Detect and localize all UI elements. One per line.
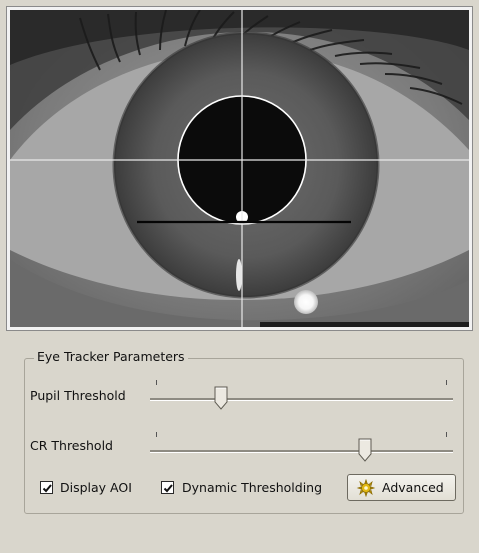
eye-camera-view	[6, 6, 473, 331]
display-aoi-label: Display AOI	[60, 480, 132, 495]
pupil-threshold-slider[interactable]	[150, 380, 453, 412]
pupil-threshold-label: Pupil Threshold	[30, 388, 126, 403]
slider-tick	[446, 432, 447, 437]
slider-track	[150, 450, 453, 453]
slider-thumb[interactable]	[358, 438, 372, 462]
display-aoi-checkbox[interactable]	[40, 481, 53, 494]
gear-sparkle-icon	[356, 478, 376, 497]
cr-threshold-slider[interactable]	[150, 432, 453, 464]
eye-image	[10, 10, 469, 327]
slider-tick	[446, 380, 447, 385]
slider-thumb[interactable]	[214, 386, 228, 410]
cr-threshold-label: CR Threshold	[30, 438, 113, 453]
dynamic-thresholding-checkbox[interactable]	[161, 481, 174, 494]
advanced-button[interactable]: Advanced	[347, 474, 456, 501]
slider-tick	[156, 432, 157, 437]
checkmark-icon	[42, 484, 52, 493]
group-title: Eye Tracker Parameters	[34, 349, 188, 365]
advanced-button-label: Advanced	[382, 480, 444, 495]
slider-tick	[156, 380, 157, 385]
checkmark-icon	[163, 484, 173, 493]
dynamic-thresholding-label: Dynamic Thresholding	[182, 480, 323, 495]
slider-track	[150, 398, 453, 401]
